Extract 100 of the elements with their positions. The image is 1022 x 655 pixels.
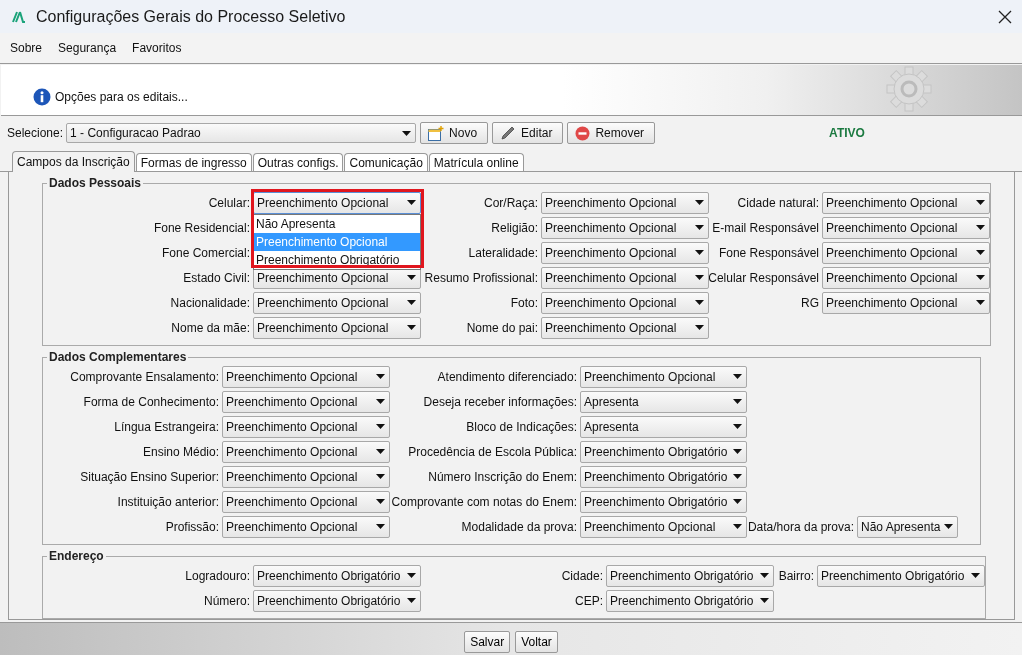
dropdown[interactable]: Preenchimento Opcional (222, 415, 390, 438)
field-label: Celular Responsável (708, 270, 819, 285)
caret-icon (971, 572, 980, 578)
caret-icon (733, 373, 742, 379)
dropdown[interactable]: Preenchimento Obrigatório (817, 564, 985, 587)
tab[interactable]: Outras configs. (252, 153, 344, 171)
field-label: Procedência de Escola Pública: (408, 444, 577, 459)
caret-icon (695, 324, 704, 330)
dropdown[interactable]: Preenchimento Opcional (253, 316, 421, 339)
dropdown[interactable]: Preenchimento Opcional (541, 191, 709, 214)
caret-icon (407, 324, 416, 330)
new-button[interactable]: Novo (420, 122, 489, 144)
dropdown-option[interactable]: Não Apresenta (254, 214, 420, 233)
gear-icon (886, 66, 932, 112)
dropdown[interactable]: Preenchimento Opcional (580, 515, 747, 538)
dropdown[interactable]: Preenchimento Opcional (822, 291, 990, 314)
dropdown[interactable]: Preenchimento Obrigatório (580, 465, 747, 488)
caret-icon (695, 224, 704, 230)
window-title: Configurações Gerais do Processo Seletivo (36, 7, 347, 26)
dropdown[interactable]: Preenchimento Opcional (222, 465, 390, 488)
caret-icon (407, 274, 416, 280)
caret-icon (944, 523, 953, 529)
caret-icon (376, 473, 385, 479)
tab[interactable]: Comunicação (344, 153, 428, 171)
dropdown[interactable]: Preenchimento Opcional (222, 490, 390, 513)
field-label: Cor/Raça: (483, 195, 538, 210)
dropdown[interactable]: Preenchimento Opcional (222, 440, 390, 463)
field-label: Comprovante Ensalamento: (70, 369, 219, 384)
footer-button[interactable]: Salvar (464, 631, 511, 653)
config-dropdown[interactable]: 1 - Configuracao Padrao (66, 123, 417, 143)
field-label: Número: (204, 593, 250, 608)
dropdown[interactable]: Apresenta (580, 390, 747, 413)
menu-item[interactable]: Segurança (58, 41, 117, 55)
field-label: RG (801, 295, 819, 310)
dropdown[interactable]: Preenchimento Opcional (253, 191, 421, 214)
field-label: Instituição anterior: (117, 494, 219, 509)
field-label: Nome da mãe: (171, 320, 250, 335)
tab[interactable]: Formas de ingresso (135, 153, 252, 171)
field-label: Deseja receber informações: (423, 394, 577, 409)
caret-icon (733, 473, 742, 479)
dropdown[interactable]: Preenchimento Opcional (541, 266, 709, 289)
caret-icon (733, 523, 742, 529)
field-label: Comprovante com notas do Enem: (391, 494, 577, 509)
dropdown[interactable]: Preenchimento Opcional (822, 216, 990, 239)
select-label: Selecione: (7, 126, 64, 140)
dropdown[interactable]: Preenchimento Obrigatório (606, 564, 774, 587)
field-label: Resumo Profissional: (424, 270, 538, 285)
field-label: Ensino Médio: (142, 444, 219, 459)
dropdown[interactable]: Preenchimento Opcional (222, 365, 390, 388)
dropdown[interactable]: Preenchimento Obrigatório (580, 440, 747, 463)
dropdown[interactable]: Preenchimento Obrigatório (253, 564, 421, 587)
edit-button[interactable]: Editar (492, 122, 564, 144)
dropdown[interactable]: Apresenta (580, 415, 747, 438)
caret-icon (695, 299, 704, 305)
menu-item[interactable]: Favoritos (132, 41, 182, 55)
dropdown[interactable]: Preenchimento Opcional (580, 365, 747, 388)
group-title: Dados Pessoais (48, 176, 143, 190)
group-title: Endereço (48, 549, 105, 563)
footer-button[interactable]: Voltar (515, 631, 558, 653)
field-label: Cidade natural: (737, 195, 819, 210)
dropdown[interactable]: Preenchimento Obrigatório (253, 589, 421, 612)
caret-icon (733, 398, 742, 404)
field-label: Situação Ensino Superior: (80, 469, 219, 484)
caret-icon (733, 423, 742, 429)
dropdown[interactable]: Preenchimento Opcional (222, 390, 390, 413)
close-icon[interactable] (998, 9, 1012, 24)
dropdown[interactable]: Preenchimento Opcional (822, 266, 990, 289)
dropdown[interactable]: Preenchimento Opcional (541, 216, 709, 239)
tab[interactable]: Matrícula online (428, 153, 524, 171)
field-label: Bloco de Indicações: (466, 419, 577, 434)
tab[interactable]: Campos da Inscrição (12, 151, 135, 172)
field-label: Número Inscrição do Enem: (428, 469, 577, 484)
pencil-icon (500, 125, 517, 141)
caret-icon (976, 224, 985, 230)
field-label: Estado Civil: (183, 270, 250, 285)
caret-icon (733, 498, 742, 504)
field-label: Língua Estrangeira: (114, 419, 219, 434)
dropdown[interactable]: Preenchimento Opcional (222, 515, 390, 538)
field-label: Nacionalidade: (170, 295, 250, 310)
group-title: Dados Complementares (48, 350, 188, 364)
field-label: Foto: (510, 295, 538, 310)
dropdown[interactable]: Preenchimento Obrigatório (580, 490, 747, 513)
dropdown[interactable]: Preenchimento Opcional (253, 291, 421, 314)
field-label: Bairro: (778, 568, 814, 583)
dropdown[interactable]: Não Apresenta (857, 515, 958, 538)
menu-item[interactable]: Sobre (10, 41, 43, 55)
dropdown[interactable]: Preenchimento Opcional (822, 191, 990, 214)
dropdown[interactable]: Preenchimento Obrigatório (606, 589, 774, 612)
field-label: Nome do pai: (466, 320, 538, 335)
remove-icon (575, 125, 591, 141)
remove-button[interactable]: Remover (567, 122, 656, 144)
dropdown[interactable]: Preenchimento Opcional (822, 241, 990, 264)
caret-icon (976, 299, 985, 305)
caret-icon (695, 274, 704, 280)
dropdown[interactable]: Preenchimento Opcional (541, 241, 709, 264)
field-label: CEP: (575, 593, 603, 608)
dropdown[interactable]: Preenchimento Opcional (541, 291, 709, 314)
caret-icon (760, 597, 769, 603)
dropdown[interactable]: Preenchimento Opcional (541, 316, 709, 339)
field-label: Modalidade da prova: (461, 519, 577, 534)
